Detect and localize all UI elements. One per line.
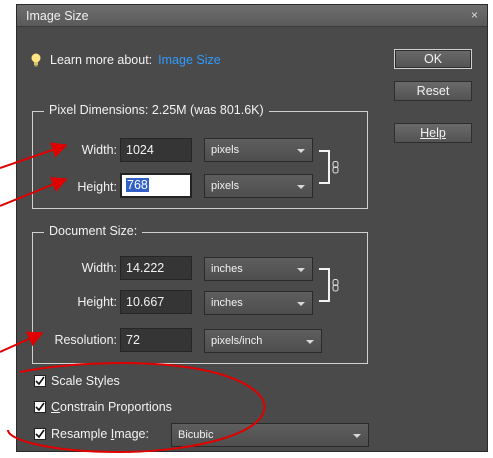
doc-height-input[interactable]: 10.667 (120, 290, 192, 314)
constrain-proportions-checkbox[interactable] (34, 401, 46, 413)
scale-styles-checkbox[interactable] (34, 375, 46, 387)
image-size-dialog: Image Size × Learn more about: Image Siz… (16, 4, 488, 452)
resolution-label: Resolution: (54, 333, 117, 347)
learn-more-link[interactable]: Image Size (158, 53, 221, 67)
reset-button[interactable]: Reset (394, 81, 472, 101)
doc-height-label: Height: (77, 295, 117, 309)
lightbulb-icon (31, 53, 41, 67)
doc-height-unit-select[interactable]: inches (204, 291, 313, 315)
resolution-unit-value: pixels/inch (211, 335, 263, 347)
resample-method-value: Bicubic (178, 429, 214, 441)
resolution-input[interactable]: 72 (120, 328, 192, 352)
checkmark-icon (35, 376, 45, 386)
doc-width-unit-value: inches (211, 263, 243, 275)
constrain-proportions-label: Constrain Proportions (51, 400, 172, 414)
pixel-height-unit-select[interactable]: pixels (204, 174, 313, 198)
pixel-dimensions-legend: Pixel Dimensions: 2.25M (was 801.6K) (44, 103, 269, 117)
close-icon[interactable]: × (471, 8, 478, 22)
resample-image-checkbox[interactable] (34, 428, 46, 440)
doc-width-label: Width: (81, 261, 117, 275)
resample-label-post: mage: (114, 427, 149, 441)
doc-width-unit-select[interactable]: inches (204, 257, 313, 281)
chevron-down-icon (297, 302, 305, 306)
doc-height-unit-value: inches (211, 297, 243, 309)
doc-width-input[interactable]: 14.222 (120, 256, 192, 280)
pixel-width-unit-select[interactable]: pixels (204, 138, 313, 162)
scale-styles-label: Scale Styles (51, 374, 120, 388)
resample-method-select[interactable]: Bicubic (171, 423, 369, 447)
pixel-height-label: Height: (77, 180, 117, 194)
pixel-width-input[interactable]: 1024 (120, 138, 192, 162)
chevron-down-icon (297, 149, 305, 153)
pixel-width-label: Width: (81, 143, 117, 157)
pixel-height-input[interactable]: 768 (120, 173, 192, 198)
ok-button[interactable]: OK (394, 49, 472, 69)
pixel-width-unit-value: pixels (211, 144, 240, 156)
resample-label-pre: Resample (51, 427, 111, 441)
pixel-height-unit-value: pixels (211, 180, 240, 192)
help-button-label: Help (420, 126, 446, 140)
chain-link-icon (332, 279, 339, 292)
resample-image-label: Resample Image: (51, 427, 149, 441)
learn-more-row: Learn more about: Image Size (30, 51, 221, 69)
checkmark-icon (35, 429, 45, 439)
help-button[interactable]: Help (394, 123, 472, 143)
learn-more-text: Learn more about: (50, 53, 153, 67)
checkmark-icon (35, 402, 45, 412)
chevron-down-icon (306, 340, 314, 344)
chevron-down-icon (353, 434, 361, 438)
dialog-title: Image Size (26, 9, 89, 23)
chevron-down-icon (297, 185, 305, 189)
chevron-down-icon (297, 268, 305, 272)
constrain-label-rest: onstrain Proportions (60, 400, 172, 414)
document-size-legend: Document Size: (44, 224, 143, 238)
pixel-height-value: 768 (126, 178, 149, 192)
title-bar[interactable]: Image Size × (17, 5, 487, 27)
resolution-unit-select[interactable]: pixels/inch (204, 329, 322, 353)
chain-link-icon (332, 161, 339, 174)
constrain-mnemonic: C (51, 400, 61, 414)
